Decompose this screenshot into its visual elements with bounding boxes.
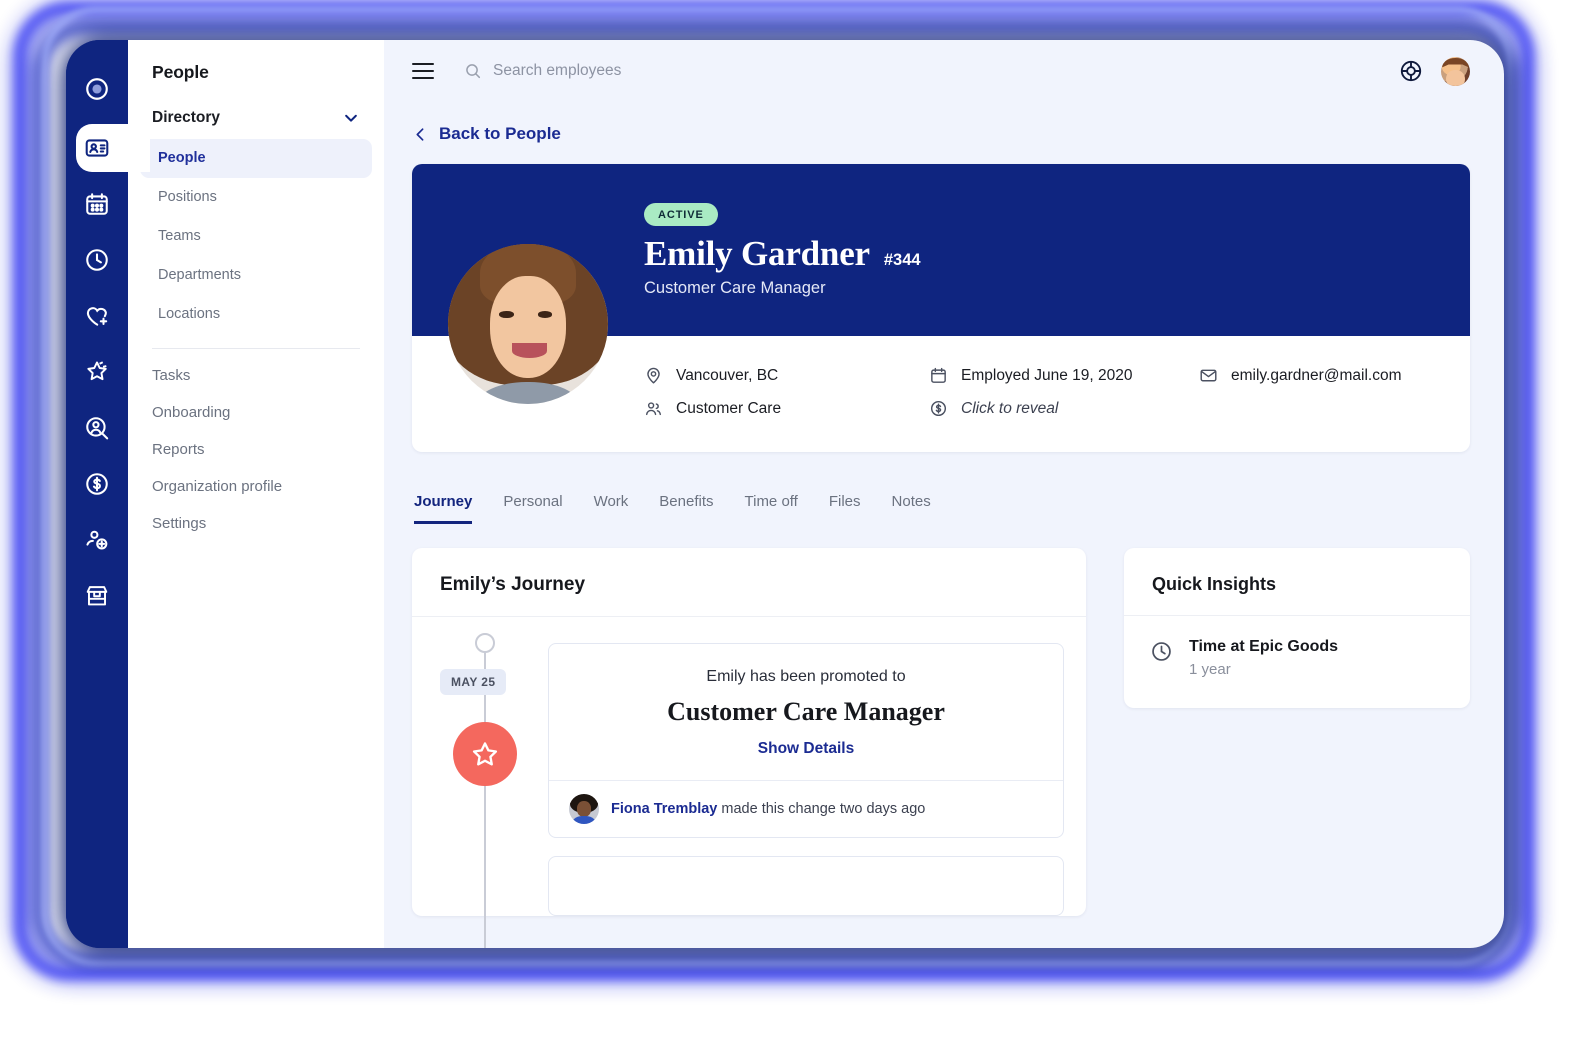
journey-card: Emily’s Journey MAY 25 Emily has been pr…: [412, 548, 1086, 948]
rail-item-people[interactable]: [66, 120, 150, 176]
journey-event-lead: Emily has been promoted to: [706, 668, 906, 685]
tab-journey[interactable]: Journey: [414, 493, 473, 524]
timeline-event-marker: [453, 722, 517, 786]
sidebar-item-people[interactable]: People: [140, 139, 372, 179]
clock-icon: [1152, 642, 1171, 661]
journey-event-title: Customer Care Manager: [667, 697, 945, 726]
back-to-people-link[interactable]: Back to People: [412, 102, 561, 164]
quick-insights-item: Time at Epic Goods 1 year: [1124, 616, 1470, 708]
tab-benefits[interactable]: Benefits: [659, 493, 713, 524]
sidebar-item-reports[interactable]: Reports: [128, 431, 384, 468]
rail-item-marketplace[interactable]: [66, 568, 128, 624]
fact-employed-date-text: Employed June 19, 2020: [961, 366, 1133, 384]
tab-files[interactable]: Files: [829, 493, 861, 524]
sidebar-item-departments[interactable]: Departments: [140, 256, 372, 295]
top-bar: [384, 40, 1504, 102]
people-icon: [645, 402, 662, 416]
chevron-down-icon: [345, 114, 357, 122]
journey-event-card: Emily has been promoted to Customer Care…: [548, 643, 1064, 838]
subnav-group-directory[interactable]: Directory: [128, 109, 384, 127]
location-pin-icon: [647, 367, 660, 384]
quick-insights-title: Quick Insights: [1124, 548, 1470, 616]
rail-item-clock[interactable]: [66, 232, 128, 288]
fact-location-text: Vancouver, BC: [676, 366, 779, 384]
quick-insights-item-value: 1 year: [1189, 661, 1231, 678]
chevron-left-icon: [416, 127, 424, 141]
journey-event-footer: Fiona Tremblay made this change two days…: [549, 780, 1063, 837]
employee-avatar: [448, 244, 608, 404]
author-name-link[interactable]: Fiona Tremblay: [611, 801, 717, 817]
fact-email[interactable]: emily.gardner@mail.com: [1199, 366, 1470, 385]
tab-notes[interactable]: Notes: [892, 493, 931, 524]
calendar-icon: [931, 367, 946, 383]
rail-item-star-badge[interactable]: [66, 344, 128, 400]
fact-department: Customer Care: [644, 399, 929, 418]
hamburger-icon[interactable]: [412, 63, 434, 79]
employee-profile-card: ACTIVE Emily Gardner #344 Customer Care …: [412, 164, 1470, 452]
rail-item-user-search[interactable]: [66, 400, 128, 456]
dollar-circle-icon: [930, 400, 947, 417]
journey-event-attribution: Fiona Tremblay made this change two days…: [611, 801, 925, 817]
quick-insights-card: Quick Insights Time at Epic Goods 1 year: [1124, 548, 1470, 708]
user-avatar[interactable]: [1441, 56, 1470, 86]
fact-salary[interactable]: Click to reveal: [929, 399, 1199, 418]
journey-card-title: Emily’s Journey: [412, 548, 1086, 617]
fact-email-text: emily.gardner@mail.com: [1231, 366, 1402, 384]
sidebar-item-settings[interactable]: Settings: [128, 505, 384, 542]
fact-employed-date: Employed June 19, 2020: [929, 366, 1199, 385]
search-area: [464, 62, 1399, 80]
tab-time-off[interactable]: Time off: [745, 493, 798, 524]
tab-personal[interactable]: Personal: [503, 493, 562, 524]
search-input[interactable]: [493, 62, 913, 80]
timeline-top-node: [475, 633, 495, 653]
subnav-divider: [152, 348, 360, 350]
search-icon: [466, 64, 481, 79]
tab-content: Emily’s Journey MAY 25 Emily has been pr…: [412, 548, 1470, 948]
rail-item-heart-plus[interactable]: [66, 288, 128, 344]
life-ring-help-icon[interactable]: [1399, 59, 1423, 83]
fact-location: Vancouver, BC: [644, 366, 929, 385]
screenshot-stage: People Directory People Positions Teams …: [0, 0, 1588, 1044]
quick-insights-text: Time at Epic Goods 1 year: [1189, 638, 1338, 678]
rail-item-user-plus[interactable]: [66, 512, 128, 568]
fact-department-text: Customer Care: [676, 399, 782, 417]
main-region: Back to People ACTIVE Emily Gardner: [384, 40, 1504, 948]
rail-item-calendar[interactable]: [66, 176, 128, 232]
star-icon: [472, 742, 498, 766]
attribution-suffix: made this change two days ago: [717, 801, 926, 817]
app-logo-icon[interactable]: [66, 58, 128, 120]
sidebar-item-locations[interactable]: Locations: [140, 295, 372, 334]
subnav-group-label: Directory: [152, 109, 221, 126]
employee-id: #344: [883, 250, 921, 269]
subnav-title: People: [152, 62, 209, 82]
scroll-region: Back to People ACTIVE Emily Gardner #344…: [384, 102, 1504, 948]
employee-name-row: Emily Gardner #344: [644, 234, 1470, 274]
icon-rail: [66, 40, 150, 948]
journey-next-event-card[interactable]: [548, 856, 1064, 916]
tab-work[interactable]: Work: [594, 493, 629, 524]
fact-salary-text[interactable]: Click to reveal: [961, 400, 1058, 418]
journey-event-body: Emily has been promoted to Customer Care…: [549, 644, 1063, 780]
back-link-label: Back to People: [439, 124, 561, 143]
status-badge: ACTIVE: [644, 202, 718, 226]
sidebar-item-teams[interactable]: Teams: [140, 217, 372, 256]
journey-timeline: MAY 25 Emily has been promoted to Custom…: [412, 617, 1086, 948]
page-title: Emily Gardner: [644, 233, 870, 273]
secondary-navigation: People Directory People Positions Teams …: [128, 40, 384, 948]
app-window: People Directory People Positions Teams …: [66, 40, 1504, 948]
profile-tabs: Journey Personal Work Benefits Time off …: [414, 480, 1470, 524]
timeline-date-pill: MAY 25: [440, 669, 507, 695]
top-bar-actions: [1399, 56, 1470, 86]
sidebar-item-positions[interactable]: Positions: [140, 178, 372, 217]
rail-item-payroll[interactable]: [66, 456, 128, 512]
employee-job-title: Customer Care Manager: [644, 278, 826, 297]
sidebar-item-organization-profile[interactable]: Organization profile: [128, 468, 384, 505]
quick-insights-item-label: Time at Epic Goods: [1189, 638, 1339, 655]
sidebar-item-onboarding[interactable]: Onboarding: [128, 394, 384, 431]
show-details-link[interactable]: Show Details: [571, 740, 1041, 758]
author-avatar: [569, 794, 599, 824]
sidebar-item-tasks[interactable]: Tasks: [128, 357, 384, 394]
envelope-icon: [1200, 369, 1217, 382]
